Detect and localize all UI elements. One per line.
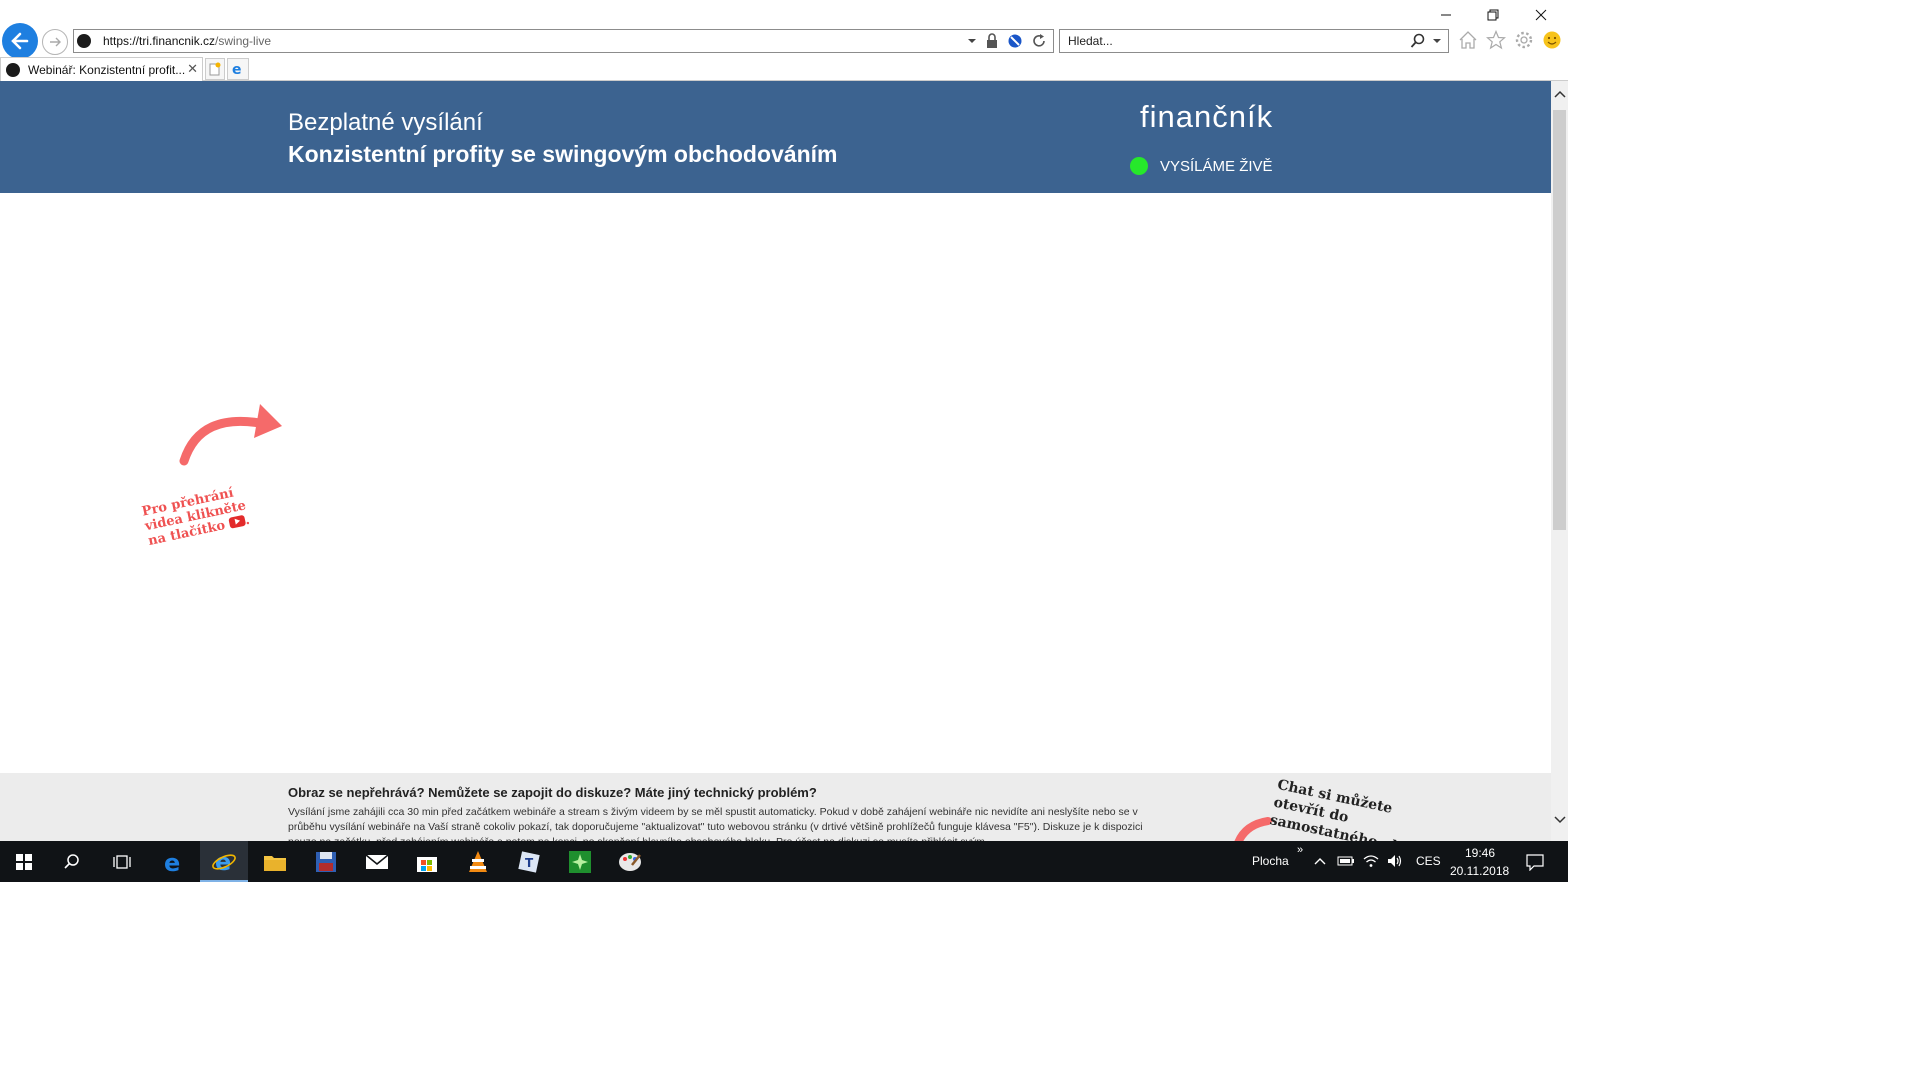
wifi-icon[interactable]: [1362, 853, 1380, 869]
search-icon[interactable]: [1410, 33, 1426, 49]
search-dropdown-icon[interactable]: [1432, 36, 1442, 46]
video-hint-text: Pro přehrání videa klikněte na tlačítko …: [140, 485, 252, 549]
tab-favicon-icon: [6, 62, 20, 77]
video-play-hint: Pro přehrání videa klikněte na tlačítko …: [140, 396, 300, 566]
task-view-icon: [113, 854, 131, 869]
ie-icon: e: [232, 62, 242, 76]
chevron-up-icon[interactable]: [1314, 856, 1326, 866]
refresh-icon[interactable]: [1031, 33, 1047, 49]
tab-close-icon[interactable]: ✕: [187, 61, 198, 77]
financnik-logo[interactable]: finančník: [1140, 99, 1273, 135]
floppy-icon: [316, 851, 336, 872]
help-text: Vysílání jsme zahájili cca 30 min před z…: [288, 806, 1143, 841]
header-title: Konzistentní profity se swingovým obchod…: [288, 141, 838, 167]
task-view-button[interactable]: [98, 841, 146, 882]
home-icon[interactable]: [1458, 30, 1478, 50]
live-indicator-dot: [1130, 157, 1148, 175]
tab-title: Webinář: Konzistentní profit...: [28, 62, 186, 77]
greenshot-app[interactable]: [556, 841, 604, 882]
clock-date[interactable]: 20.11.2018: [1450, 864, 1509, 878]
dropdown-arrow-icon[interactable]: [967, 36, 977, 46]
store-icon: [417, 856, 437, 872]
smiley-icon[interactable]: [1542, 30, 1562, 50]
vlc-app[interactable]: [454, 841, 502, 882]
toolbar-overflow-icon[interactable]: »: [1297, 844, 1303, 856]
new-tab-icon: [209, 62, 221, 76]
help-title: Obraz se nepřehrává? Nemůžete se zapojit…: [288, 785, 817, 800]
url-path: /swing-live: [215, 34, 272, 48]
paint-app[interactable]: [606, 841, 654, 882]
search-input[interactable]: Hledat...: [1059, 29, 1449, 53]
ie-tab-button[interactable]: e: [227, 58, 249, 80]
vertical-scrollbar[interactable]: [1551, 81, 1568, 841]
close-icon: [1535, 9, 1547, 21]
chevron-up-icon: [1553, 90, 1566, 98]
start-button[interactable]: [0, 841, 48, 882]
minimize-button[interactable]: [1423, 4, 1469, 26]
arrow-right-icon: [50, 37, 61, 47]
search-button[interactable]: [48, 841, 96, 882]
battery-icon[interactable]: [1337, 855, 1355, 867]
chevron-down-icon: [1553, 816, 1566, 824]
browser-toolbar-icons: [1458, 30, 1562, 50]
site-favicon-icon: [77, 34, 91, 48]
youtube-icon: [228, 514, 247, 529]
minimize-icon: [1441, 14, 1451, 16]
svg-text:e: e: [164, 850, 180, 874]
palette-icon: [619, 852, 641, 871]
volume-icon[interactable]: [1386, 853, 1404, 869]
star-icon[interactable]: [1486, 30, 1506, 50]
ie-app[interactable]: e: [200, 841, 248, 882]
clock-time[interactable]: 19:46: [1465, 846, 1495, 860]
webinar-header: Bezplatné vysílání Konzistentní profity …: [0, 81, 1551, 193]
mail-app[interactable]: [353, 841, 401, 882]
lock-icon[interactable]: [985, 33, 999, 49]
chat-hint: Chat si můžete otevřít do samostatného o…: [1268, 776, 1422, 841]
language-indicator[interactable]: CES: [1416, 854, 1441, 868]
help-section: Obraz se nepřehrává? Nemůžete se zapojit…: [0, 773, 1551, 841]
windows-taskbar: e e T Plocha » CES 19:46 20.11.2018: [0, 841, 1568, 882]
store-app[interactable]: [403, 841, 451, 882]
browser-chrome: https://tri.financnik.cz/swing-live Hled…: [0, 0, 1568, 81]
scroll-up-button[interactable]: [1551, 89, 1568, 103]
save-app[interactable]: [302, 841, 350, 882]
notifications-icon[interactable]: [1526, 853, 1544, 871]
scroll-down-button[interactable]: [1551, 815, 1568, 829]
forward-button[interactable]: [42, 29, 68, 55]
close-window-button[interactable]: [1518, 4, 1564, 26]
search-placeholder: Hledat...: [1068, 34, 1113, 48]
curved-arrow-icon: [179, 404, 282, 466]
vlc-icon: [469, 850, 487, 872]
file-explorer-app[interactable]: [251, 841, 299, 882]
terminal-app[interactable]: T: [505, 841, 553, 882]
header-subtitle: Bezplatné vysílání: [288, 109, 483, 136]
address-bar[interactable]: https://tri.financnik.cz/swing-live: [73, 29, 1054, 53]
ie-icon: e: [212, 849, 236, 873]
tracking-block-icon[interactable]: [1007, 33, 1023, 49]
restore-button[interactable]: [1470, 4, 1516, 26]
terminal-icon: T: [518, 850, 540, 873]
new-tab-button[interactable]: [205, 58, 225, 80]
restore-icon: [1487, 9, 1499, 21]
back-button[interactable]: [2, 23, 38, 59]
svg-text:e: e: [232, 62, 242, 76]
gear-icon[interactable]: [1514, 30, 1534, 50]
windows-icon: [16, 853, 32, 870]
live-label: VYSÍLÁME ŽIVĚ: [1160, 158, 1273, 175]
tab-bar: Webinář: Konzistentní profit... ✕ e: [0, 57, 1568, 81]
edge-app[interactable]: e: [150, 841, 198, 882]
web-page: Bezplatné vysílání Konzistentní profity …: [0, 81, 1551, 841]
mail-icon: [365, 853, 389, 869]
scroll-thumb[interactable]: [1553, 110, 1566, 530]
svg-text:T: T: [525, 856, 534, 870]
search-icon: [64, 853, 79, 869]
arrow-left-icon: [11, 32, 29, 50]
greenshot-icon: [569, 850, 591, 873]
url-host: https://tri.financnik.cz: [103, 34, 216, 48]
folder-icon: [264, 855, 286, 871]
tab-webinar[interactable]: Webinář: Konzistentní profit... ✕: [0, 57, 203, 81]
edge-icon: e: [164, 850, 180, 874]
desktop-toolbar-label[interactable]: Plocha: [1252, 854, 1289, 868]
